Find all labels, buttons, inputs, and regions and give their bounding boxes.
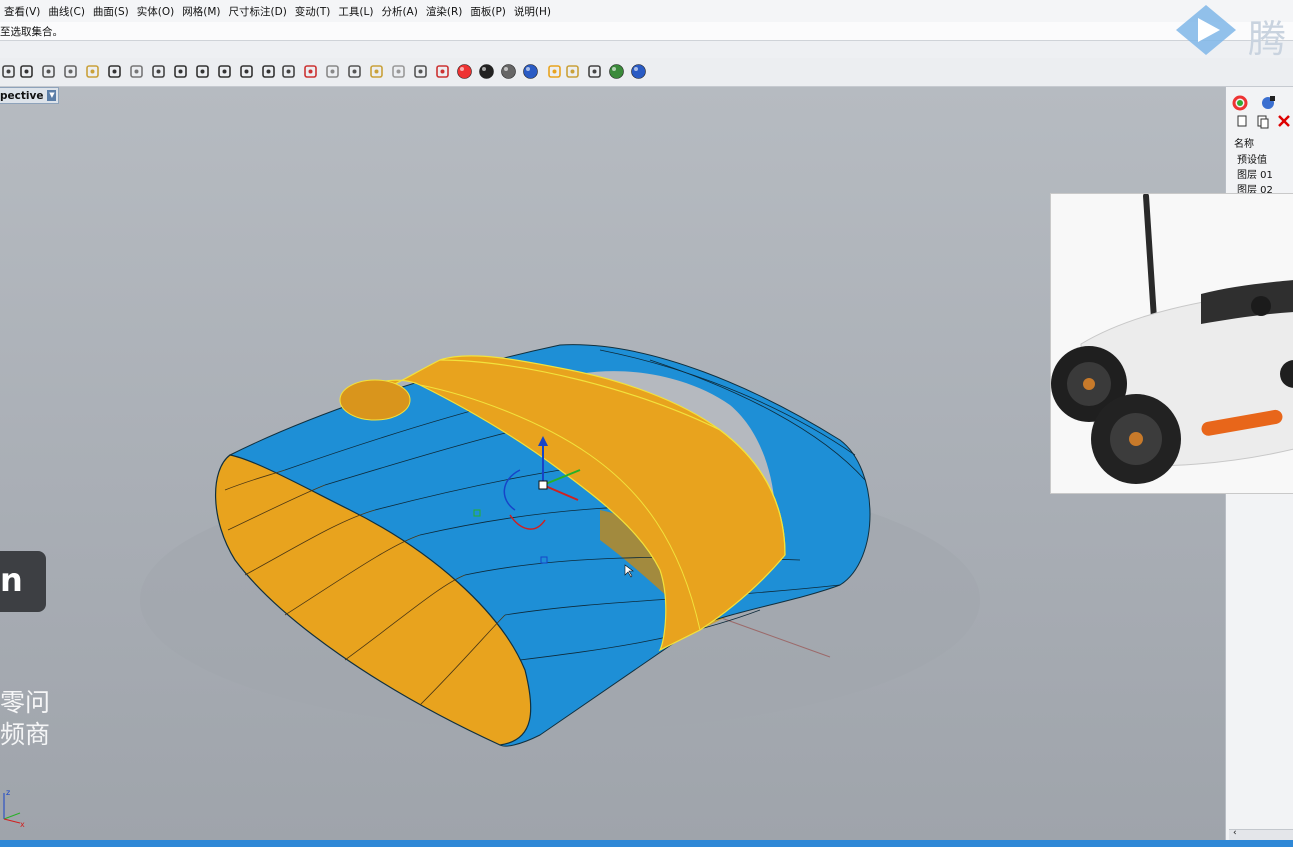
gumball-center[interactable] — [538, 480, 548, 490]
help-icon[interactable] — [630, 63, 647, 80]
menu-item-9[interactable]: 渲染(R) — [422, 4, 467, 19]
snap-icon[interactable] — [586, 63, 603, 80]
gear-icon[interactable] — [564, 63, 581, 80]
new-layer-icon[interactable] — [1237, 115, 1247, 127]
perspective-viewport[interactable]: pective ▼ n 零问 频商 z x — [0, 87, 1225, 840]
toolbar-spacer — [0, 41, 1293, 58]
lock-icon[interactable] — [412, 63, 429, 80]
view-rotate-icon[interactable] — [260, 63, 277, 80]
watermark-line-1: 零问 — [0, 688, 51, 717]
overlay-pill: n — [0, 551, 46, 612]
undo-icon[interactable] — [106, 63, 123, 80]
car-icon[interactable] — [302, 63, 319, 80]
sphere-dark-icon[interactable] — [478, 63, 495, 80]
axis-z-label: z — [6, 788, 10, 797]
logo-text: 腾 — [1248, 17, 1287, 61]
menu-item-0[interactable]: 查看(V) — [0, 4, 44, 19]
command-prompt-text: 至选取集合。 — [0, 26, 63, 38]
menu-item-3[interactable]: 实体(O) — [133, 4, 178, 19]
new-file-icon[interactable] — [18, 63, 35, 80]
layer-row-default[interactable]: 预设值 — [1237, 151, 1267, 166]
print-icon[interactable] — [0, 63, 17, 80]
grid-icon[interactable] — [280, 63, 297, 80]
viewport-title: pective — [0, 89, 44, 102]
cut-icon[interactable] — [40, 63, 57, 80]
zoom-window-icon[interactable] — [194, 63, 211, 80]
mouse-icon[interactable] — [324, 63, 341, 80]
reference-photo — [1050, 193, 1293, 494]
viewport-title-tab[interactable]: pective ▼ — [0, 87, 60, 104]
menu-item-8[interactable]: 分析(A) — [377, 4, 421, 19]
material-icon[interactable] — [1262, 96, 1275, 109]
viewport-dropdown-icon[interactable]: ▼ — [47, 90, 57, 101]
zoom-extents-icon[interactable] — [216, 63, 233, 80]
color-wheel-icon[interactable] — [456, 63, 473, 80]
delete-layer-icon[interactable] — [1278, 115, 1290, 127]
menu-item-6[interactable]: 变动(T) — [291, 4, 335, 19]
render-icon[interactable] — [434, 63, 451, 80]
panel-toolbar — [1232, 95, 1290, 129]
watermark-line-2: 频商 — [0, 720, 51, 749]
points-icon[interactable] — [368, 63, 385, 80]
color-wheel-icon[interactable] — [1232, 95, 1248, 111]
zoom-selected-icon[interactable] — [238, 63, 255, 80]
menu-item-4[interactable]: 网格(M) — [178, 4, 224, 19]
menu-bar: 查看(V) 曲线(C) 曲面(S) 实体(O) 网格(M) 尺寸标注(D) 变动(T) 工具(… — [0, 0, 1293, 23]
strap-end-ring — [339, 379, 411, 421]
light-icon[interactable] — [390, 63, 407, 80]
sphere-blue-icon[interactable] — [522, 63, 539, 80]
command-line[interactable]: 至选取集合。 — [0, 22, 1293, 41]
robot-tank-image — [1051, 194, 1293, 493]
3d-scene[interactable] — [0, 87, 1225, 840]
globe-icon[interactable] — [608, 63, 625, 80]
copy-icon[interactable] — [62, 63, 79, 80]
menu-item-11[interactable]: 说明(H) — [510, 4, 555, 19]
bottom-progress-strip — [0, 840, 1293, 847]
watermark-left: 零问 频商 — [0, 687, 50, 751]
menu-item-2[interactable]: 曲面(S) — [89, 4, 133, 19]
layer-row-01[interactable]: 图层 01 — [1237, 166, 1273, 181]
standard-toolbar — [0, 58, 1293, 87]
curve-icon[interactable] — [346, 63, 363, 80]
paste-icon[interactable] — [84, 63, 101, 80]
pan-icon[interactable] — [128, 63, 145, 80]
sphere-gray-icon[interactable] — [500, 63, 517, 80]
world-axis-icon: z x — [3, 788, 25, 827]
scroll-left-icon[interactable]: ‹ — [1233, 828, 1237, 838]
duplicate-layer-icon[interactable] — [1257, 115, 1269, 129]
menu-item-1[interactable]: 曲线(C) — [44, 4, 89, 19]
flag-icon[interactable] — [546, 63, 563, 80]
menu-item-5[interactable]: 尺寸标注(D) — [225, 4, 291, 19]
menu-item-10[interactable]: 面板(P) — [466, 4, 510, 19]
layers-header[interactable]: 名称 — [1234, 135, 1254, 150]
zoom-icon[interactable] — [172, 63, 189, 80]
rotate-icon[interactable] — [150, 63, 167, 80]
menu-item-7[interactable]: 工具(L) — [334, 4, 377, 19]
overlay-pill-text: n — [0, 561, 23, 599]
axis-x-label: x — [20, 820, 25, 827]
